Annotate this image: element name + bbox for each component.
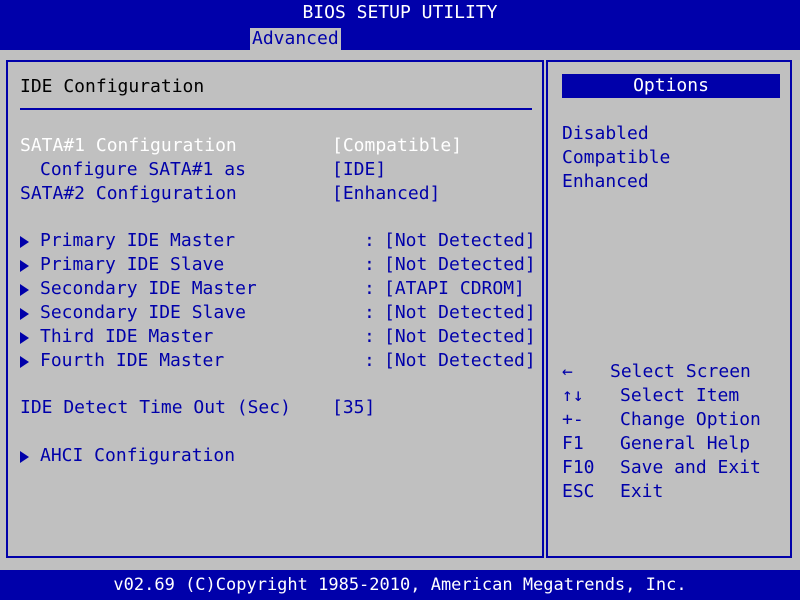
options-panel: Options Disabled Compatible Enhanced ← S… xyxy=(546,60,792,558)
help-key: +- xyxy=(562,409,584,430)
submenu-secondary-ide-slave[interactable]: Secondary IDE Slave : [Not Detected] xyxy=(20,301,536,325)
setting-label: SATA#1 Configuration xyxy=(20,135,237,156)
option-compatible[interactable]: Compatible xyxy=(562,146,670,170)
setting-sata1-configuration[interactable]: SATA#1 Configuration [Compatible] xyxy=(20,134,532,158)
option-enhanced: Enhanced xyxy=(562,171,649,192)
device-separator: : xyxy=(364,326,375,347)
submenu-secondary-ide-master[interactable]: Secondary IDE Master : [ATAPI CDROM] xyxy=(20,277,532,301)
setting-label: IDE Detect Time Out (Sec) xyxy=(20,397,291,418)
device-label: Primary IDE Master xyxy=(40,230,236,251)
device-label: Primary IDE Slave xyxy=(40,254,225,275)
device-status: [Not Detected] xyxy=(384,350,536,371)
device-label: Third IDE Master xyxy=(40,326,214,347)
device-status: [Not Detected] xyxy=(384,254,536,275)
title-divider xyxy=(20,108,532,110)
submenu-primary-ide-master[interactable]: Primary IDE Master : [Not Detected] xyxy=(20,229,536,253)
tab-advanced[interactable]: Advanced xyxy=(250,28,341,50)
setting-configure-sata1-as[interactable]: Configure SATA#1 as [IDE] xyxy=(20,158,532,182)
submenu-arrow-icon xyxy=(20,332,29,344)
help-desc: Exit xyxy=(620,481,664,502)
device-status: [Not Detected] xyxy=(384,230,536,251)
help-desc: General Help xyxy=(620,433,751,454)
setting-value: [IDE] xyxy=(332,159,387,180)
main-area: IDE Configuration SATA#1 Configuration [… xyxy=(0,50,800,570)
submenu-arrow-icon xyxy=(20,308,29,320)
submenu-third-ide-master[interactable]: Third IDE Master : [Not Detected] xyxy=(20,325,536,349)
device-separator: : xyxy=(364,230,375,251)
submenu-primary-ide-slave[interactable]: Primary IDE Slave : [Not Detected] xyxy=(20,253,536,277)
submenu-arrow-icon xyxy=(20,451,29,463)
device-separator: : xyxy=(364,350,375,371)
submenu-ahci-configuration[interactable]: AHCI Configuration xyxy=(20,444,532,468)
submenu-arrow-icon xyxy=(20,236,29,248)
device-separator: : xyxy=(364,278,375,299)
copyright-footer: v02.69 (C)Copyright 1985-2010, American … xyxy=(0,570,800,600)
page-title: IDE Configuration xyxy=(20,76,205,97)
setting-label: SATA#2 Configuration xyxy=(20,183,237,204)
setting-value: [Enhanced] xyxy=(332,183,441,204)
setting-label: Configure SATA#1 as xyxy=(40,159,246,180)
help-desc: Save and Exit xyxy=(620,457,761,478)
help-key: ↑↓ xyxy=(562,385,584,406)
device-status: [ATAPI CDROM] xyxy=(384,278,525,299)
device-label: Secondary IDE Slave xyxy=(40,302,246,323)
help-key: ESC xyxy=(562,481,595,502)
device-label: Fourth IDE Master xyxy=(40,350,225,371)
device-status: [Not Detected] xyxy=(384,302,536,323)
help-desc: Change Option xyxy=(620,409,761,430)
device-separator: : xyxy=(364,302,375,323)
setting-sata2-configuration[interactable]: SATA#2 Configuration [Enhanced] xyxy=(20,182,532,206)
device-status: [Not Detected] xyxy=(384,326,536,347)
help-desc: Select Item xyxy=(620,385,740,406)
setting-value: [Compatible] xyxy=(332,135,463,156)
submenu-arrow-icon xyxy=(20,260,29,272)
help-key: ← xyxy=(562,361,573,382)
options-header: Options xyxy=(562,74,780,98)
device-label: Secondary IDE Master xyxy=(40,278,257,299)
option-disabled[interactable]: Disabled xyxy=(562,122,649,146)
help-key: F10 xyxy=(562,457,595,478)
bios-title: BIOS SETUP UTILITY xyxy=(0,0,800,26)
tab-bar: Advanced xyxy=(0,26,800,50)
help-desc: Select Screen xyxy=(610,361,751,382)
device-separator: : xyxy=(364,254,375,275)
help-key: F1 xyxy=(562,433,584,454)
setting-ide-detect-timeout[interactable]: IDE Detect Time Out (Sec) [35] xyxy=(20,396,532,420)
settings-panel: IDE Configuration SATA#1 Configuration [… xyxy=(6,60,544,558)
setting-value: [35] xyxy=(332,397,376,418)
submenu-arrow-icon xyxy=(20,356,29,368)
submenu-fourth-ide-master[interactable]: Fourth IDE Master : [Not Detected] xyxy=(20,349,536,373)
submenu-arrow-icon xyxy=(20,284,29,296)
submenu-label: AHCI Configuration xyxy=(40,445,236,466)
